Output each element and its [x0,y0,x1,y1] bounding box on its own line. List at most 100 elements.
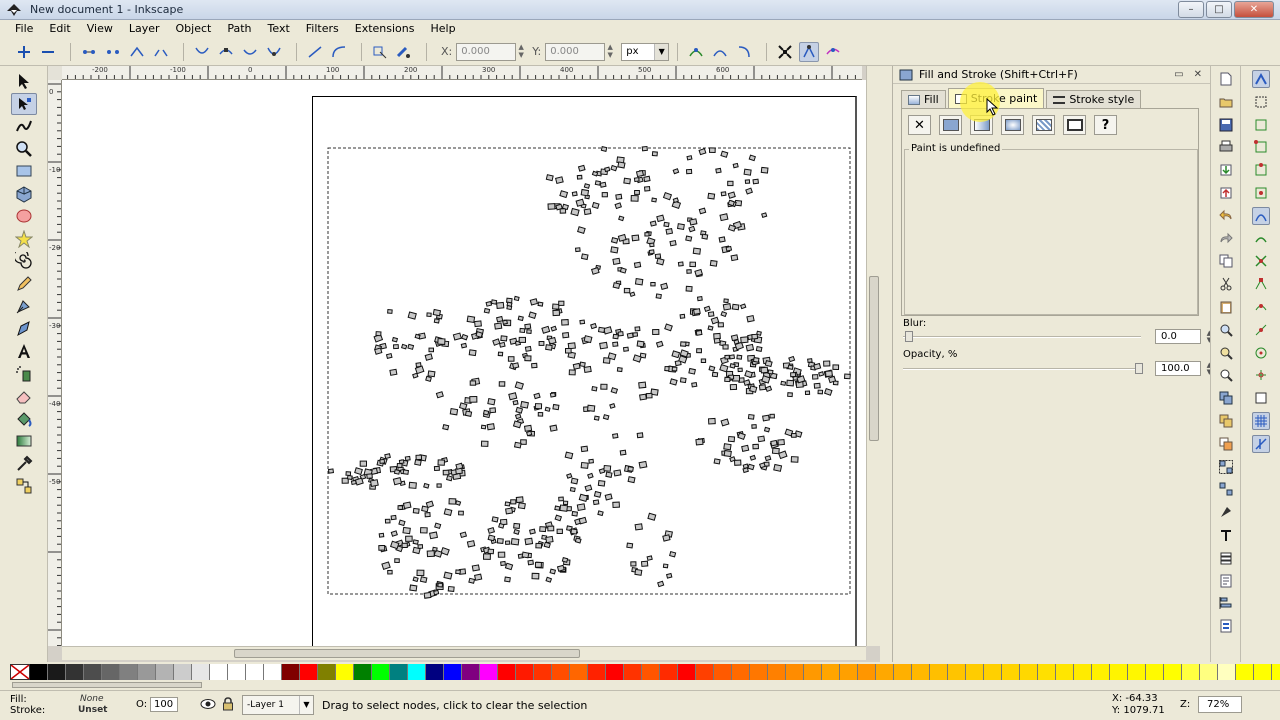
unset-paint-button[interactable]: ? [1094,115,1117,135]
color-swatch[interactable] [876,664,894,680]
object-to-path-icon[interactable] [370,42,390,62]
calligraphy-tool-icon[interactable] [11,318,37,341]
snap-object-center-icon[interactable] [1252,344,1270,362]
insert-node-icon[interactable] [14,42,34,62]
menu-object[interactable]: Object [169,20,219,38]
color-swatch[interactable] [1038,664,1056,680]
tweak-tool-icon[interactable] [11,115,37,138]
color-swatch[interactable] [426,664,444,680]
color-swatch[interactable] [840,664,858,680]
vertical-ruler[interactable]: 0 -100 -200 -300 -400 -500 [48,80,62,646]
snap-cusp-node-icon[interactable] [1252,275,1270,293]
export-icon[interactable] [1217,184,1235,202]
color-swatch[interactable] [588,664,606,680]
color-swatch[interactable] [732,664,750,680]
color-swatch[interactable] [1218,664,1236,680]
snap-intersection-icon[interactable] [1252,252,1270,270]
segment-to-line-icon[interactable] [305,42,325,62]
color-swatch[interactable] [192,664,210,680]
group-icon[interactable] [1217,458,1235,476]
color-swatch[interactable] [750,664,768,680]
join-segment-icon[interactable] [127,42,147,62]
x-spin-icon[interactable]: ▲ ▼ [516,43,526,61]
x-coordinate-input[interactable]: 0.000 [456,42,517,61]
color-swatch[interactable] [768,664,786,680]
snap-smooth-node-icon[interactable] [1252,298,1270,316]
swatch-button[interactable] [1063,115,1086,135]
y-coordinate-input[interactable]: 0.000 [545,42,606,61]
text-font-dialog-icon[interactable] [1217,526,1235,544]
color-swatch[interactable] [984,664,1002,680]
edit-clip-icon[interactable] [734,42,754,62]
minimize-dock-icon[interactable]: ▭ [1174,69,1183,80]
copy-icon[interactable] [1217,252,1235,270]
eraser-tool-icon[interactable] [11,385,37,408]
show-handles-icon[interactable] [686,42,706,62]
preferences-icon[interactable] [1217,617,1235,635]
color-swatch[interactable] [444,664,462,680]
spiral-tool-icon[interactable] [11,250,37,273]
snap-path-icon[interactable] [1252,230,1270,248]
join-nodes-icon[interactable] [79,42,99,62]
color-swatch[interactable] [1182,664,1200,680]
fill-indicator[interactable]: None [80,694,103,704]
horizontal-scrollbar[interactable] [62,646,866,660]
palette-scrollbar[interactable] [12,682,202,688]
node-tool-icon[interactable] [10,92,37,115]
color-swatch[interactable] [138,664,156,680]
opacity-input[interactable]: 100.0▲▼ [1155,361,1212,376]
color-swatch[interactable] [372,664,390,680]
new-document-icon[interactable] [1217,70,1235,88]
fill-stroke-dialog-icon[interactable] [1217,503,1235,521]
color-swatch[interactable] [390,664,408,680]
no-paint-button[interactable]: ✕ [908,115,931,135]
color-swatch[interactable] [696,664,714,680]
blur-slider[interactable] [903,336,1141,338]
vertical-scroll-thumb[interactable] [869,276,879,441]
color-swatch[interactable] [174,664,192,680]
color-swatch[interactable] [1200,664,1218,680]
menu-file[interactable]: File [8,20,40,38]
ungroup-icon[interactable] [1217,480,1235,498]
snap-nodes-icon[interactable] [1251,206,1270,225]
menu-filters[interactable]: Filters [299,20,346,38]
snap-bbox-center-icon[interactable] [1252,184,1270,202]
layer-select[interactable]: -Layer 1 ▼ [242,695,314,715]
zoom-selection-icon[interactable] [1217,321,1235,339]
zoom-tool-icon[interactable] [11,138,37,161]
drawing-canvas[interactable] [62,80,866,646]
color-swatch[interactable] [84,664,102,680]
color-swatch[interactable] [48,664,66,680]
ellipse-tool-icon[interactable] [11,205,37,228]
cut-icon[interactable] [1217,275,1235,293]
minimize-button[interactable]: – [1178,1,1204,18]
menu-view[interactable]: View [80,20,120,38]
color-swatch[interactable] [1236,664,1254,680]
color-swatch[interactable] [120,664,138,680]
color-swatch[interactable] [912,664,930,680]
pen-tool-icon[interactable] [11,295,37,318]
color-swatch[interactable] [408,664,426,680]
color-swatch[interactable] [318,664,336,680]
snap-page-border-icon[interactable] [1252,389,1270,407]
snap-bbox-edge-icon[interactable] [1252,116,1270,134]
color-swatch[interactable] [264,664,282,680]
delete-segment-icon[interactable] [151,42,171,62]
lock-icon[interactable] [222,697,234,711]
star-tool-icon[interactable] [11,228,37,251]
color-swatch[interactable] [606,664,624,680]
color-swatch[interactable] [1128,664,1146,680]
color-swatch[interactable] [498,664,516,680]
eye-icon[interactable] [200,698,216,710]
color-swatch[interactable] [516,664,534,680]
redo-icon[interactable] [1217,230,1235,248]
color-swatch[interactable] [930,664,948,680]
snap-midpoint-icon[interactable] [1252,321,1270,339]
segment-to-curve-icon[interactable] [329,42,349,62]
flat-color-button[interactable] [939,115,962,135]
zoom-drawing-icon[interactable] [1217,344,1235,362]
color-swatch[interactable] [534,664,552,680]
show-bbox-icon[interactable] [823,42,843,62]
show-outline-icon[interactable] [710,42,730,62]
inkscape-app-icon[interactable] [6,3,22,17]
